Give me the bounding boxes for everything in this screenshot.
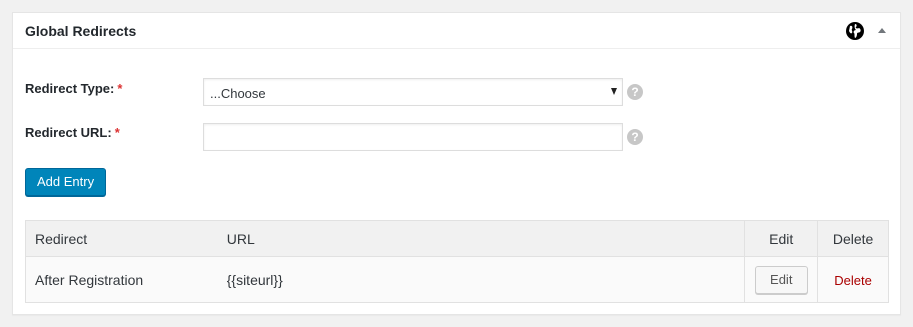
- header-redirect: Redirect: [35, 230, 88, 247]
- redirect-type-label: Redirect Type: *: [25, 81, 123, 96]
- header-url: URL: [226, 230, 255, 247]
- redirect-url-input[interactable]: [203, 123, 623, 151]
- cell-redirect: After Registration: [35, 271, 144, 288]
- redirect-url-label: Redirect URL: *: [25, 125, 120, 140]
- table-row: After Registration {{siteurl}} Edit Dele…: [25, 256, 889, 303]
- header-edit: Edit: [744, 220, 818, 257]
- cell-edit: Edit: [744, 256, 818, 303]
- table-header-row: Redirect URL Edit Delete: [25, 220, 889, 257]
- panel-header[interactable]: Global Redirects: [13, 13, 900, 49]
- redirect-type-selected-value: ...Choose: [210, 86, 266, 101]
- globe-icon: [846, 22, 864, 40]
- redirect-type-select[interactable]: ...Choose: [203, 78, 623, 106]
- help-icon[interactable]: ?: [627, 129, 643, 145]
- collapse-arrow-icon[interactable]: [876, 25, 888, 37]
- delete-link[interactable]: Delete: [834, 273, 872, 288]
- redirects-table: Redirect URL Edit Delete After Registrat…: [25, 220, 889, 303]
- chevron-down-icon: [611, 88, 617, 95]
- required-mark: *: [114, 125, 120, 140]
- add-entry-button[interactable]: Add Entry: [25, 168, 107, 196]
- cell-delete: Delete: [817, 256, 889, 303]
- cell-url: {{siteurl}}: [226, 271, 283, 288]
- header-delete: Delete: [817, 220, 889, 257]
- help-icon[interactable]: ?: [627, 84, 643, 100]
- required-mark: *: [117, 81, 123, 96]
- global-redirects-panel: Global Redirects Redirect Type: * ...Choo…: [12, 12, 901, 315]
- edit-button[interactable]: Edit: [754, 265, 808, 294]
- panel-title: Global Redirects: [25, 23, 137, 39]
